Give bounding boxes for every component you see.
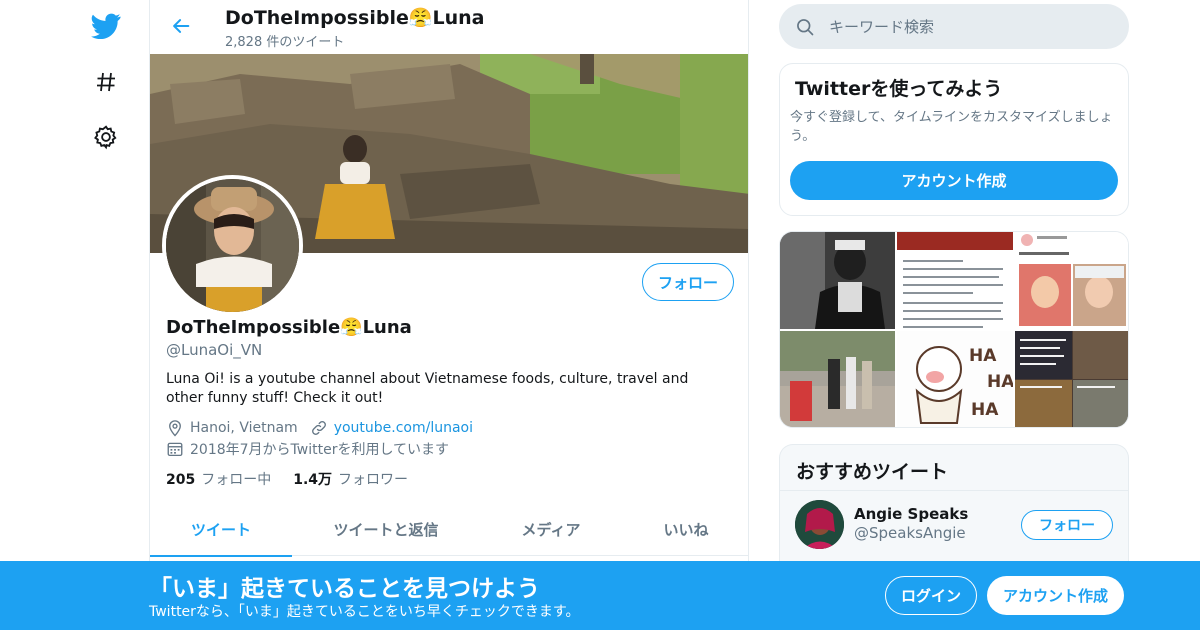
arrow-left-icon [173, 19, 190, 33]
following-label: フォロー中 [201, 472, 272, 488]
location-pin-icon [169, 420, 181, 437]
tab-tweets-and-replies[interactable]: ツイートと返信 [292, 503, 480, 556]
profile-website-link[interactable]: youtube.com/lunaoi [334, 420, 473, 436]
bottom-bar-subtitle: Twitterなら、「いま」起きていることをいち早くチェックできます。 [149, 604, 580, 620]
followers-stat[interactable]: 1.4万 フォロワー [293, 469, 408, 489]
recommended-follow-button[interactable]: フォロー [1021, 510, 1113, 540]
followers-count: 1.4万 [293, 472, 333, 488]
bottom-create-account-button[interactable]: アカウント作成 [987, 576, 1124, 615]
signup-card-description: 今すぐ登録して、タイムラインをカスタマイズしましょう。 [790, 110, 1113, 144]
login-button[interactable]: ログイン [885, 576, 977, 615]
following-count: 205 [166, 472, 196, 488]
create-account-button[interactable]: アカウント作成 [790, 161, 1118, 200]
media-laugh-text: HA [987, 372, 1013, 392]
tab-likes[interactable]: いいね [622, 503, 748, 556]
link-icon [311, 421, 326, 435]
calendar-icon [167, 442, 183, 457]
recommended-title: おすすめツイート [796, 461, 949, 483]
profile-column: DoTheImpossible😤Luna 2,828 件のツイート フォロー D… [149, 0, 749, 630]
following-stat[interactable]: 205 フォロー中 [166, 469, 271, 489]
bottom-bar-title: 「いま」起きていることを見つけよう [149, 576, 540, 602]
profile-meta-location-row: Hanoi, Vietnam youtube.com/lunaoi [166, 418, 473, 438]
profile-bio: Luna Oi! is a youtube channel about Viet… [166, 371, 689, 406]
follow-button[interactable]: フォロー [642, 263, 734, 301]
media-laugh-text: HA [969, 346, 997, 366]
search-input[interactable] [829, 17, 1109, 36]
left-nav [80, 0, 132, 630]
followers-label: フォロワー [338, 472, 409, 488]
header-name: DoTheImpossible😤Luna [225, 7, 485, 29]
profile-handle: @LunaOi_VN [166, 341, 263, 359]
profile-header-bar: DoTheImpossible😤Luna 2,828 件のツイート [150, 0, 748, 54]
profile-meta-joined-row: 2018年7月からTwitterを利用しています [166, 439, 449, 459]
media-thumbnail[interactable] [1015, 331, 1128, 427]
profile-name: DoTheImpossible😤Luna [166, 317, 412, 338]
media-thumbnail[interactable] [780, 232, 895, 329]
twitter-bird-icon[interactable] [86, 6, 126, 46]
profile-tabs: ツイート ツイートと返信 メディア いいね [150, 503, 748, 557]
avatar[interactable] [795, 500, 844, 549]
profile-avatar[interactable] [162, 175, 303, 316]
gear-icon[interactable] [86, 117, 126, 157]
back-button[interactable] [166, 11, 196, 41]
media-thumbnail[interactable] [897, 232, 1013, 329]
profile-joined-date: 2018年7月からTwitterを利用しています [190, 442, 450, 458]
divider [780, 490, 1128, 491]
signup-card-title: Twitterを使ってみよう [795, 78, 1003, 100]
profile-stats: 205 フォロー中 1.4万 フォロワー [166, 469, 430, 489]
search-box[interactable] [779, 4, 1129, 49]
media-thumbnail[interactable] [780, 331, 895, 427]
profile-location: Hanoi, Vietnam [190, 420, 298, 436]
tweet-count: 2,828 件のツイート [225, 35, 345, 50]
tab-tweets[interactable]: ツイート [150, 503, 292, 557]
tab-media[interactable]: メディア [480, 503, 622, 556]
search-icon [797, 18, 814, 35]
hashtag-icon[interactable] [86, 62, 126, 102]
recommended-user-name[interactable]: Angie Speaks [854, 505, 968, 523]
media-thumbnail[interactable] [1015, 232, 1128, 329]
media-laugh-text: HA [971, 400, 999, 420]
signup-card: Twitterを使ってみよう 今すぐ登録して、タイムラインをカスタマイズしましょ… [779, 63, 1129, 216]
bottom-signup-bar: 「いま」起きていることを見つけよう Twitterなら、「いま」起きていることを… [0, 561, 1200, 630]
recommended-user-handle: @SpeaksAngie [854, 524, 966, 542]
media-thumbnail[interactable]: HA HA HA [897, 331, 1013, 427]
media-grid: HA HA HA [779, 231, 1129, 428]
